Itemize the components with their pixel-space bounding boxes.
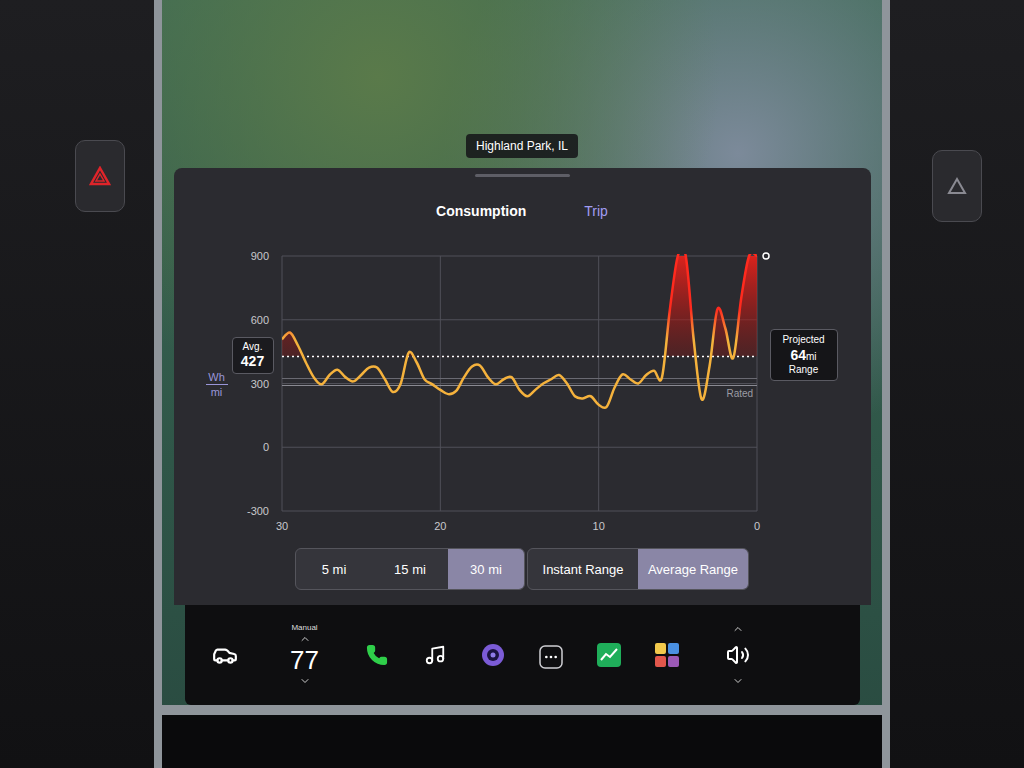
range-mode-selector: Instant RangeAverage Range <box>527 548 749 590</box>
x-tick: 10 <box>592 256 604 532</box>
rated-band-line <box>282 378 757 379</box>
unit-label: Whmi <box>206 371 228 398</box>
music-button[interactable] <box>407 644 463 666</box>
car-icon <box>212 642 238 668</box>
svg-text:900: 900 <box>250 250 268 262</box>
average-badge: Avg.427 <box>232 337 274 374</box>
energy-app-button[interactable] <box>581 643 637 667</box>
climate-control[interactable]: Manual 77 <box>277 623 333 687</box>
chevron-down-icon[interactable] <box>299 675 311 687</box>
dock: Manual 77 <box>185 605 860 705</box>
distance-option[interactable]: 5 mi <box>296 549 372 589</box>
chevron-down-icon[interactable] <box>732 675 744 687</box>
location-label: Highland Park, IL <box>466 134 578 158</box>
consumption-chart: 900 600 300 0 -300 30 20 10 0 WhmiAvg.427 Rated Pro… <box>174 245 871 545</box>
svg-text:300: 300 <box>250 378 268 390</box>
svg-text:30: 30 <box>275 520 287 532</box>
chart-plot: 900 600 300 0 -300 30 20 10 0 <box>174 245 871 545</box>
energy-chart-icon <box>597 643 621 667</box>
camera-button[interactable] <box>465 643 521 667</box>
chevron-up-icon[interactable] <box>732 623 744 635</box>
y-tick: 0 <box>262 441 756 453</box>
map[interactable]: Highland Park, IL <box>162 0 882 168</box>
y-tick: -300 <box>246 505 756 517</box>
svg-text:0: 0 <box>262 441 268 453</box>
more-button[interactable] <box>523 645 579 665</box>
distance-option[interactable]: 15 mi <box>372 549 448 589</box>
hazard-button[interactable] <box>75 140 125 212</box>
svg-text:600: 600 <box>250 314 268 326</box>
svg-text:-300: -300 <box>246 505 268 517</box>
rated-line <box>282 385 757 386</box>
current-point <box>763 253 769 259</box>
rated-label: Rated <box>727 388 754 399</box>
tab[interactable]: Consumption <box>436 203 526 219</box>
climate-mode: Manual <box>291 623 317 633</box>
average-line <box>282 356 757 358</box>
phone-button[interactable] <box>349 644 405 666</box>
apps-icon <box>655 643 679 667</box>
apps-button[interactable] <box>639 643 695 667</box>
consumption-line <box>282 254 757 408</box>
dots-icon <box>543 649 559 665</box>
panel-handle[interactable] <box>475 174 570 177</box>
range-mode-option[interactable]: Instant Range <box>528 549 638 589</box>
car-button[interactable] <box>197 642 253 668</box>
hazard-icon <box>89 166 111 186</box>
phone-icon <box>366 644 388 666</box>
car-display: Highland Park, IL Consumption Trip 900 600 30… <box>0 0 1024 768</box>
volume-icon <box>726 643 750 667</box>
left-bezel <box>0 0 162 768</box>
screen-bezel-bottom <box>162 705 882 768</box>
range-mode-option[interactable]: Average Range <box>638 549 748 589</box>
right-bezel <box>882 0 1016 768</box>
touchscreen: Highland Park, IL Consumption Trip 900 600 30… <box>162 0 882 768</box>
music-icon <box>424 644 446 666</box>
svg-text:0: 0 <box>753 520 759 532</box>
chart-controls: 5 mi15 mi30 miInstant RangeAverage Range <box>295 548 749 590</box>
side-control-icon <box>947 176 967 196</box>
distance-selector: 5 mi15 mi30 mi <box>295 548 525 590</box>
energy-panel: Consumption Trip 900 600 300 0 -300 30 20 10 0 Whmi… <box>174 168 871 605</box>
camera-icon <box>481 643 505 667</box>
projected-range-badge: Projected64miRange <box>770 329 838 381</box>
svg-text:20: 20 <box>434 520 446 532</box>
temperature: 77 <box>290 645 319 675</box>
chevron-up-icon[interactable] <box>299 633 311 645</box>
tab-bar: Consumption Trip <box>436 196 608 226</box>
x-tick: 30 <box>275 256 287 532</box>
distance-option[interactable]: 30 mi <box>448 549 524 589</box>
volume-control[interactable] <box>710 623 766 687</box>
svg-text:10: 10 <box>592 520 604 532</box>
tab[interactable]: Trip <box>584 203 608 219</box>
side-control-button[interactable] <box>932 150 982 222</box>
over-average-fill <box>282 256 757 357</box>
